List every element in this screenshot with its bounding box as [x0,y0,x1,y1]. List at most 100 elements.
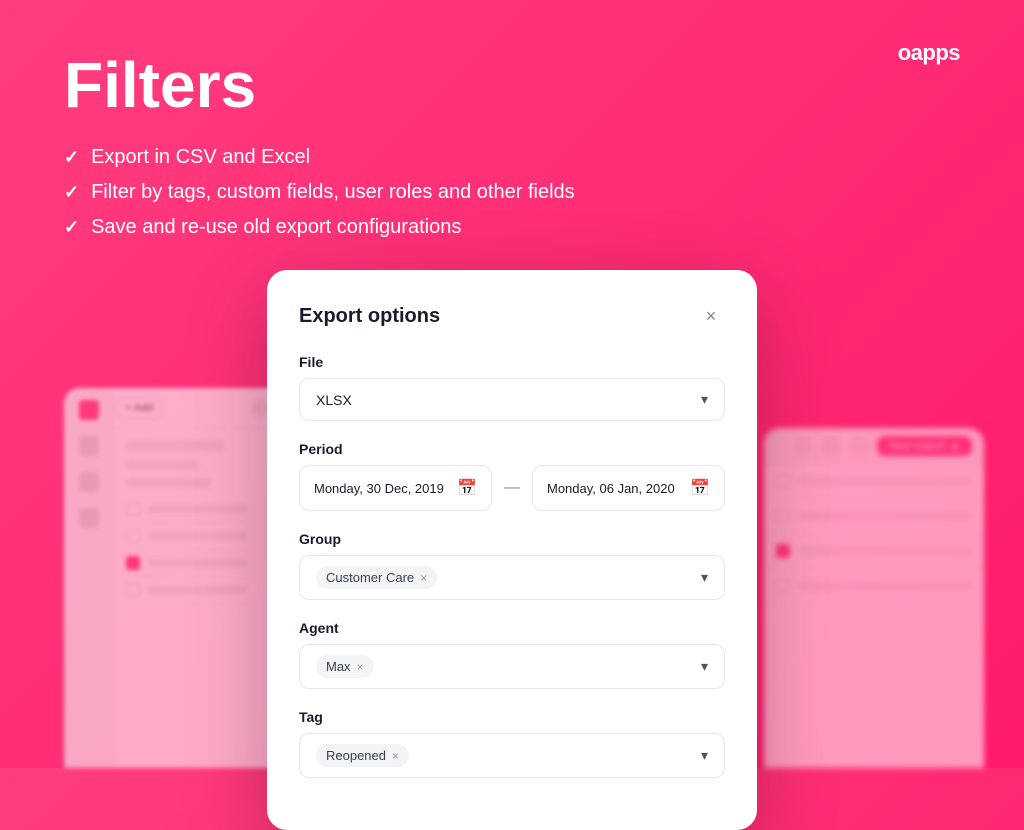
date-separator: — [500,479,524,497]
feature-text-3: Save and re-use old export configuration… [91,216,461,239]
bg-icon-3 [849,436,869,456]
bg-app-text-2 [148,532,248,540]
end-date-value: Monday, 06 Jan, 2020 [547,481,675,496]
bg-text-4 [798,582,972,590]
group-field-group: Group Customer Care × ▾ [299,531,725,600]
bg-text-3 [798,547,972,555]
tag-chevron-icon: ▾ [701,747,708,764]
group-tag-customer-care: Customer Care × [316,566,437,589]
period-row: Monday, 30 Dec, 2019 📅 — Monday, 06 Jan,… [299,465,725,511]
group-tag-remove[interactable]: × [420,571,427,585]
bg-content-area [114,428,260,768]
bg-sidebar-item-2 [79,436,99,456]
feature-text-2: Filter by tags, custom fields, user role… [91,181,575,204]
bg-content-row-1 [126,440,224,452]
file-field-group: File XLSX ▾ [299,354,725,421]
modal-header: Export options × [299,302,725,330]
bg-checkbox-3 [776,544,790,558]
feature-item-1: ✓ Export in CSV and Excel [64,146,960,169]
period-field-group: Period Monday, 30 Dec, 2019 📅 — Monday, … [299,441,725,511]
modal-title: Export options [299,305,440,328]
bg-list [126,496,248,604]
period-label: Period [299,441,725,457]
bg-add-label: + Add [125,402,153,414]
bg-text-2 [798,512,972,520]
agent-tag-label: Max [326,659,351,674]
start-calendar-icon: 📅 [457,478,477,498]
file-select[interactable]: XLSX ▾ [299,378,725,421]
bg-app-list-1 [126,496,248,523]
bg-app-text-1 [148,505,248,513]
check-icon-3: ✓ [64,217,79,238]
background-right-panel: New export ▲ [764,428,984,768]
bg-add-button: + Add [116,397,162,419]
tag-pill-reopened: Reopened × [316,744,409,767]
file-label: File [299,354,725,370]
bg-app-chk-1 [126,502,140,516]
bg-export-chevron: ▲ [949,440,960,452]
bg-sidebar-item-4 [79,508,99,528]
feature-list: ✓ Export in CSV and Excel ✓ Filter by ta… [64,146,960,239]
group-select[interactable]: Customer Care × ▾ [299,555,725,600]
bg-export-button: New export ▲ [877,436,972,456]
bg-list-item-3 [764,534,984,569]
agent-field-group: Agent Max × ▾ [299,620,725,689]
start-date-value: Monday, 30 Dec, 2019 [314,481,444,496]
period-end-date[interactable]: Monday, 06 Jan, 2020 📅 [532,465,725,511]
bg-app-text-4 [148,586,248,594]
bg-app-chk-4 [126,583,140,597]
agent-tag-remove[interactable]: × [357,660,364,674]
tag-label: Tag [299,709,725,725]
bg-content-row-3 [126,478,211,488]
bg-icon-2 [821,436,841,456]
agent-tag-pills: Max × [316,655,374,678]
bg-list-item-2 [764,499,984,534]
file-value: XLSX [316,392,352,408]
file-chevron-icon: ▾ [701,391,708,408]
brand-name: oapps [898,40,960,65]
bg-content-row-2 [126,460,199,470]
group-label: Group [299,531,725,547]
export-options-modal: Export options × File XLSX ▾ Period Mond… [267,270,757,830]
feature-text-1: Export in CSV and Excel [91,146,310,169]
bg-sidebar-item-3 [79,472,99,492]
bg-app-text-3 [148,559,248,567]
bg-sidebar-item-1 [79,400,99,420]
group-chevron-icon: ▾ [701,569,708,586]
bg-checkbox-4 [776,579,790,593]
bg-app-list-2 [126,523,248,550]
agent-select[interactable]: Max × ▾ [299,644,725,689]
agent-chevron-icon: ▾ [701,658,708,675]
tag-pills: Reopened × [316,744,409,767]
bg-icon-1 [793,436,813,456]
feature-item-3: ✓ Save and re-use old export configurati… [64,216,960,239]
agent-label: Agent [299,620,725,636]
page-title: Filters [64,48,960,122]
tag-pill-label: Reopened [326,748,386,763]
feature-item-2: ✓ Filter by tags, custom fields, user ro… [64,181,960,204]
group-tag-label: Customer Care [326,570,414,585]
check-icon-1: ✓ [64,147,79,168]
header: oapps Filters ✓ Export in CSV and Excel … [0,0,1024,239]
bg-checkbox-1 [776,474,790,488]
bg-checkbox-2 [776,509,790,523]
bg-right-topbar: New export ▲ [764,428,984,464]
tag-select[interactable]: Reopened × ▾ [299,733,725,778]
group-tag-pills: Customer Care × [316,566,437,589]
bg-list-item-4 [764,569,984,604]
bg-list-item-1 [764,464,984,499]
bg-app-chk-2 [126,529,140,543]
period-start-date[interactable]: Monday, 30 Dec, 2019 📅 [299,465,492,511]
end-calendar-icon: 📅 [690,478,710,498]
bg-text-1 [798,477,972,485]
check-icon-2: ✓ [64,182,79,203]
tag-pill-remove[interactable]: × [392,749,399,763]
brand-logo: oapps [898,40,960,66]
bg-app-list-3 [126,550,248,577]
bg-app-list-4 [126,577,248,604]
agent-tag-max: Max × [316,655,374,678]
bg-app-chk-3 [126,556,140,570]
bg-sidebar [64,388,114,768]
modal-close-button[interactable]: × [697,302,725,330]
bg-export-label: New export [889,440,945,452]
